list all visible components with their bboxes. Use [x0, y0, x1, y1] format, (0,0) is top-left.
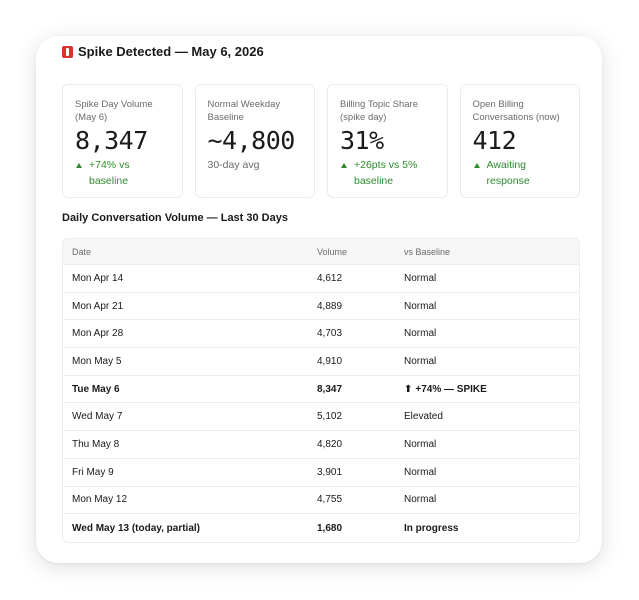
cell-date: Mon Apr 28	[72, 328, 124, 340]
cell-date: Wed May 7	[72, 411, 123, 423]
status-text: Normal	[404, 328, 437, 340]
table-row: Fri May 9 3,901 Normal	[63, 459, 579, 487]
cell-vs-baseline: Normal	[404, 273, 579, 284]
cell-date: Mon Apr 21	[72, 300, 124, 312]
status-text: Normal	[404, 438, 437, 450]
column-header-volume: Volume	[317, 246, 348, 257]
table-body: Mon Apr 14 4,612 Normal Mon Apr 21 4,889 Norm…	[63, 265, 579, 542]
stat-label: Normal Weekday Baseline	[207, 99, 281, 123]
trend-up-icon	[76, 163, 82, 168]
table-row: Mon May 5 4,910 Normal	[63, 348, 579, 376]
stat-label: Billing Topic Share (spike day)	[340, 99, 418, 123]
cell-vs-baseline: Normal	[404, 467, 579, 478]
table-row: Mon Apr 14 4,612 Normal	[63, 265, 579, 293]
spike-report-card: Spike Detected — May 6, 2026 Spike Day V…	[36, 36, 602, 563]
stat-label: Spike Day Volume (May 6)	[75, 99, 153, 123]
status-text: Normal	[404, 300, 437, 312]
cell-volume: 1,680	[317, 522, 343, 534]
cell-date: Tue May 6	[72, 383, 120, 395]
status-text: +74% — SPIKE	[415, 383, 487, 395]
cell-volume: 4,703	[317, 328, 343, 340]
section-title: Daily Conversation Volume — Last 30 Days	[62, 212, 288, 224]
table-row: Mon May 12 4,755 Normal	[63, 487, 579, 515]
cell-vs-baseline: Normal	[404, 356, 579, 367]
report-title: Spike Detected — May 6, 2026	[78, 44, 264, 59]
table-row: Wed May 7 5,102 Elevated	[63, 403, 579, 432]
status-text: Normal	[404, 466, 437, 478]
status-text: Normal	[404, 494, 437, 506]
stat-value: ~4,800	[207, 126, 296, 155]
stat-label: Open Billing Conversations (now)	[472, 99, 560, 123]
cell-volume: 3,901	[317, 466, 343, 478]
cell-date: Wed May 13 (today, partial)	[72, 522, 200, 534]
cell-date: Thu May 8	[72, 438, 120, 450]
cell-volume: 4,755	[317, 494, 343, 506]
stat-trend: +74% vs baseline	[75, 157, 170, 189]
stat-card-spike-volume: Spike Day Volume (May 6) 8,347 +74% vs b…	[62, 84, 183, 198]
stat-card-baseline: Normal Weekday Baseline ~4,800 30-day av…	[194, 84, 315, 198]
table-row: Mon Apr 21 4,889 Normal	[63, 293, 579, 321]
cell-vs-baseline: Normal	[404, 439, 579, 450]
stat-card-open-billing: Open Billing Conversations (now) 412 Awa…	[459, 84, 580, 198]
cell-vs-baseline: In progress	[404, 523, 579, 534]
table-header: Date Volume vs Baseline	[63, 239, 579, 265]
cell-date: Mon Apr 14	[72, 272, 124, 284]
cell-volume: 5,102	[317, 411, 343, 423]
stat-trend: Awaiting response	[473, 157, 568, 189]
stat-cards: Spike Day Volume (May 6) 8,347 +74% vs b…	[62, 84, 580, 198]
stat-card-billing-share: Billing Topic Share (spike day) 31% +26p…	[327, 84, 448, 198]
cell-volume: 4,820	[317, 438, 343, 450]
cell-date: Fri May 9	[72, 466, 114, 478]
cell-date: Mon May 12	[72, 494, 128, 506]
arrow-up-icon: ⬆	[404, 383, 413, 395]
stat-sub-text: +74% vs baseline	[89, 159, 130, 187]
status-text: Elevated	[404, 411, 443, 423]
stat-sub-text: 30-day avg	[207, 159, 260, 171]
cell-volume: 4,889	[317, 300, 343, 312]
stat-trend: +26pts vs 5% baseline	[340, 157, 435, 189]
table-row: Wed May 13 (today, partial) 1,680 In progr…	[63, 514, 579, 542]
cell-vs-baseline: Normal	[404, 301, 579, 312]
stat-value: 8,347	[75, 126, 148, 155]
cell-volume: 4,612	[317, 272, 343, 284]
cell-volume: 8,347	[317, 383, 343, 395]
status-text: Normal	[404, 355, 437, 367]
table-row: Thu May 8 4,820 Normal	[63, 431, 579, 459]
report-header: Spike Detected — May 6, 2026	[62, 44, 264, 59]
cell-vs-baseline: Normal	[404, 328, 579, 339]
cell-vs-baseline: Normal	[404, 494, 579, 505]
cell-volume: 4,910	[317, 355, 343, 367]
trend-up-icon	[473, 163, 480, 168]
table-row: Tue May 6 8,347 ⬆ +74% — SPIKE	[63, 376, 579, 404]
stat-value: 31%	[340, 126, 384, 155]
table-row: Mon Apr 28 4,703 Normal	[63, 320, 579, 349]
alert-icon	[62, 45, 73, 58]
stat-sub-text: Awaiting response	[486, 159, 530, 187]
trend-up-icon	[341, 163, 347, 168]
stat-trend: 30-day avg	[208, 157, 303, 173]
stat-sub-text: +26pts vs 5% baseline	[354, 159, 418, 187]
cell-vs-baseline: Elevated	[404, 411, 579, 422]
volume-table: Date Volume vs Baseline Mon Apr 14 4,612 N…	[62, 238, 580, 543]
column-header-date: Date	[72, 246, 92, 257]
cell-vs-baseline: ⬆ +74% — SPIKE	[404, 384, 579, 395]
stat-value: 412	[472, 126, 517, 155]
column-header-vs-baseline: vs Baseline	[404, 246, 451, 257]
status-text: Normal	[404, 272, 437, 284]
cell-date: Mon May 5	[72, 355, 122, 367]
status-text: In progress	[404, 522, 459, 534]
